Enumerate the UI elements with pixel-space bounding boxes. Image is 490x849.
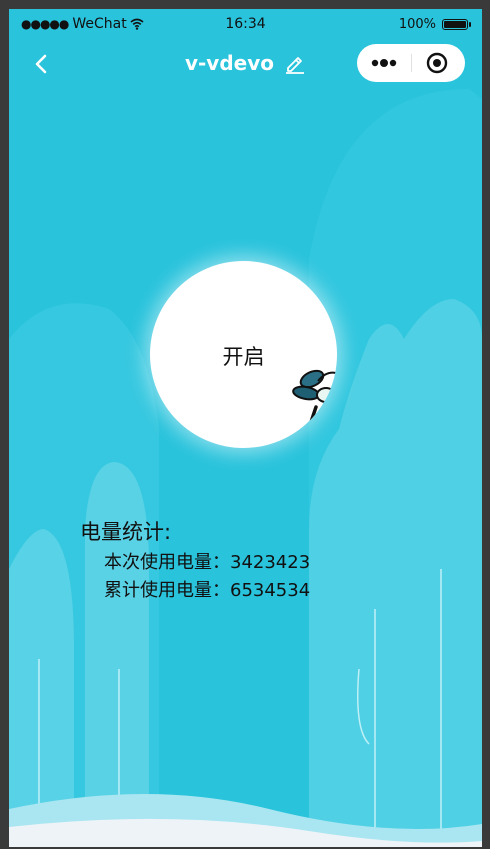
battery-icon [442,19,471,30]
capsule-menu [357,44,465,82]
battery-percent: 100% [398,17,436,32]
stats-value: 6534534 [230,580,311,601]
nav-bar: v-vdevo [9,43,482,87]
dragonfly-icon [292,369,337,448]
stats-label: 本次使用电量： [104,552,230,573]
close-miniprogram-icon[interactable] [425,51,449,75]
edit-icon[interactable] [284,52,306,74]
stats-heading: 电量统计: [80,520,172,544]
status-right: 100% [398,17,471,32]
page-title: v-vdevo [184,51,275,75]
more-icon[interactable] [369,52,403,74]
status-bar: ●●●●● WeChat 16:34 100% [9,9,482,41]
power-stats: 电量统计: 本次使用电量：3423423 累计使用电量：6534534 [80,516,310,602]
capsule-divider [411,54,412,72]
phone-screen: ●●●●● WeChat 16:34 100% v-vdevo 开启 电量统计:… [9,9,482,847]
stats-row-current: 本次使用电量：3423423 [104,548,310,574]
start-button[interactable]: 开启 [150,261,337,448]
stats-value: 3423423 [230,552,311,573]
stats-row-total: 累计使用电量：6534534 [104,576,310,602]
stats-label: 累计使用电量： [104,580,230,601]
